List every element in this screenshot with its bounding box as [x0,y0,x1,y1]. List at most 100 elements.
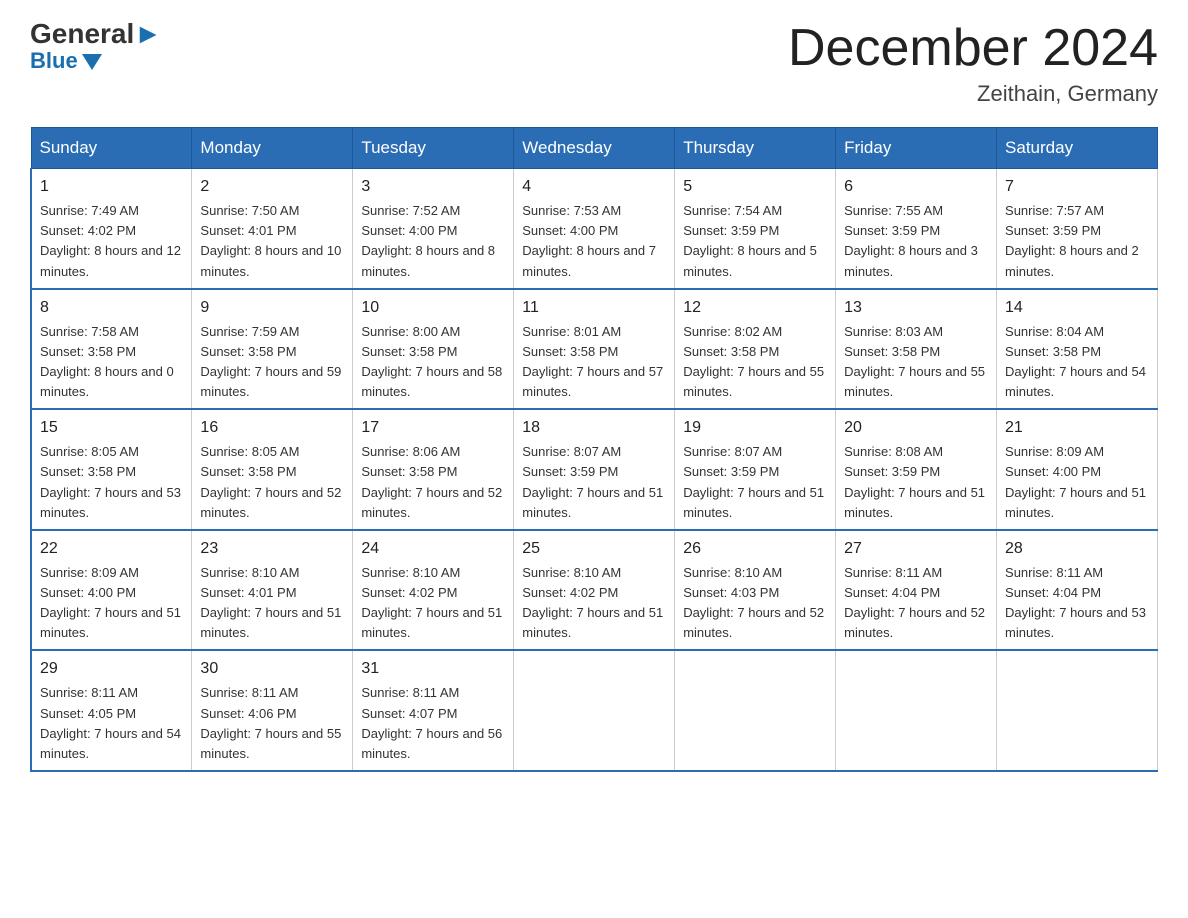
day-info: Sunrise: 8:00 AMSunset: 3:58 PMDaylight:… [361,324,502,399]
calendar-cell: 3 Sunrise: 7:52 AMSunset: 4:00 PMDaylight… [353,169,514,289]
day-number: 3 [361,175,505,199]
calendar-cell: 13 Sunrise: 8:03 AMSunset: 3:58 PMDayligh… [836,289,997,410]
day-number: 25 [522,537,666,561]
day-info: Sunrise: 7:57 AMSunset: 3:59 PMDaylight:… [1005,203,1139,278]
calendar-cell: 1 Sunrise: 7:49 AMSunset: 4:02 PMDaylight… [31,169,192,289]
day-info: Sunrise: 8:11 AMSunset: 4:07 PMDaylight:… [361,685,502,760]
day-info: Sunrise: 8:06 AMSunset: 3:58 PMDaylight:… [361,444,502,519]
day-number: 17 [361,416,505,440]
day-info: Sunrise: 8:11 AMSunset: 4:04 PMDaylight:… [1005,565,1146,640]
calendar-cell: 16Sunrise: 8:05 AMSunset: 3:58 PMDayligh… [192,409,353,530]
day-info: Sunrise: 7:50 AMSunset: 4:01 PMDaylight:… [200,203,341,278]
day-number: 27 [844,537,988,561]
day-number: 6 [844,175,988,199]
logo-general-text: General► [30,20,162,48]
calendar-cell: 18 Sunrise: 8:07 AMSunset: 3:59 PMDayligh… [514,409,675,530]
calendar-cell: 14 Sunrise: 8:04 AMSunset: 3:58 PMDayligh… [997,289,1158,410]
calendar-table: Sunday Monday Tuesday Wednesday Thursday… [30,127,1158,772]
calendar-cell: 4 Sunrise: 7:53 AMSunset: 4:00 PMDaylight… [514,169,675,289]
col-saturday: Saturday [997,128,1158,169]
day-number: 22 [40,537,183,561]
day-number: 15 [40,416,183,440]
logo: General► Blue [30,20,162,74]
day-number: 4 [522,175,666,199]
day-info: Sunrise: 8:09 AMSunset: 4:00 PMDaylight:… [1005,444,1146,519]
day-info: Sunrise: 7:49 AMSunset: 4:02 PMDaylight:… [40,203,181,278]
day-number: 28 [1005,537,1149,561]
calendar-cell [997,650,1158,771]
calendar-week-3: 15 Sunrise: 8:05 AMSunset: 3:58 PMDayligh… [31,409,1158,530]
day-number: 20 [844,416,988,440]
col-friday: Friday [836,128,997,169]
calendar-cell [675,650,836,771]
calendar-cell: 28 Sunrise: 8:11 AMSunset: 4:04 PMDayligh… [997,530,1158,651]
day-info: Sunrise: 8:09 AMSunset: 4:00 PMDaylight:… [40,565,181,640]
calendar-cell: 31Sunrise: 8:11 AMSunset: 4:07 PMDayligh… [353,650,514,771]
day-info: Sunrise: 7:55 AMSunset: 3:59 PMDaylight:… [844,203,978,278]
day-info: Sunrise: 8:11 AMSunset: 4:06 PMDaylight:… [200,685,341,760]
day-number: 12 [683,296,827,320]
col-tuesday: Tuesday [353,128,514,169]
day-number: 1 [40,175,183,199]
col-sunday: Sunday [31,128,192,169]
calendar-cell: 22 Sunrise: 8:09 AMSunset: 4:00 PMDayligh… [31,530,192,651]
month-title: December 2024 [788,20,1158,77]
calendar-week-2: 8 Sunrise: 7:58 AMSunset: 3:58 PMDaylight… [31,289,1158,410]
day-number: 18 [522,416,666,440]
day-number: 29 [40,657,183,681]
calendar-cell: 5Sunrise: 7:54 AMSunset: 3:59 PMDaylight… [675,169,836,289]
calendar-cell: 11Sunrise: 8:01 AMSunset: 3:58 PMDayligh… [514,289,675,410]
day-number: 24 [361,537,505,561]
day-number: 14 [1005,296,1149,320]
day-number: 9 [200,296,344,320]
day-info: Sunrise: 8:11 AMSunset: 4:05 PMDaylight:… [40,685,181,760]
calendar-cell: 27Sunrise: 8:11 AMSunset: 4:04 PMDayligh… [836,530,997,651]
calendar-cell: 30 Sunrise: 8:11 AMSunset: 4:06 PMDayligh… [192,650,353,771]
calendar-cell: 23 Sunrise: 8:10 AMSunset: 4:01 PMDayligh… [192,530,353,651]
day-info: Sunrise: 8:01 AMSunset: 3:58 PMDaylight:… [522,324,663,399]
day-info: Sunrise: 8:10 AMSunset: 4:02 PMDaylight:… [522,565,663,640]
calendar-cell: 26Sunrise: 8:10 AMSunset: 4:03 PMDayligh… [675,530,836,651]
day-info: Sunrise: 8:05 AMSunset: 3:58 PMDaylight:… [200,444,341,519]
day-info: Sunrise: 8:05 AMSunset: 3:58 PMDaylight:… [40,444,181,519]
day-number: 10 [361,296,505,320]
calendar-cell: 12 Sunrise: 8:02 AMSunset: 3:58 PMDayligh… [675,289,836,410]
day-info: Sunrise: 8:07 AMSunset: 3:59 PMDaylight:… [522,444,663,519]
page-header: General► Blue December 2024 Zeithain, Ge… [30,20,1158,107]
calendar-cell: 6 Sunrise: 7:55 AMSunset: 3:59 PMDaylight… [836,169,997,289]
calendar-cell [514,650,675,771]
day-number: 30 [200,657,344,681]
calendar-cell [836,650,997,771]
day-info: Sunrise: 8:03 AMSunset: 3:58 PMDaylight:… [844,324,985,399]
logo-blue-text: Blue [30,48,102,74]
day-info: Sunrise: 8:10 AMSunset: 4:01 PMDaylight:… [200,565,341,640]
col-wednesday: Wednesday [514,128,675,169]
day-info: Sunrise: 7:52 AMSunset: 4:00 PMDaylight:… [361,203,495,278]
calendar-header: Sunday Monday Tuesday Wednesday Thursday… [31,128,1158,169]
day-info: Sunrise: 8:08 AMSunset: 3:59 PMDaylight:… [844,444,985,519]
calendar-cell: 8 Sunrise: 7:58 AMSunset: 3:58 PMDaylight… [31,289,192,410]
day-number: 23 [200,537,344,561]
calendar-cell: 20 Sunrise: 8:08 AMSunset: 3:59 PMDayligh… [836,409,997,530]
calendar-cell: 19Sunrise: 8:07 AMSunset: 3:59 PMDayligh… [675,409,836,530]
day-info: Sunrise: 7:58 AMSunset: 3:58 PMDaylight:… [40,324,174,399]
location-subtitle: Zeithain, Germany [788,81,1158,107]
calendar-cell: 10 Sunrise: 8:00 AMSunset: 3:58 PMDayligh… [353,289,514,410]
calendar-cell: 9 Sunrise: 7:59 AMSunset: 3:58 PMDaylight… [192,289,353,410]
calendar-cell: 17 Sunrise: 8:06 AMSunset: 3:58 PMDayligh… [353,409,514,530]
day-info: Sunrise: 7:53 AMSunset: 4:00 PMDaylight:… [522,203,656,278]
day-info: Sunrise: 7:59 AMSunset: 3:58 PMDaylight:… [200,324,341,399]
day-number: 26 [683,537,827,561]
calendar-cell: 2 Sunrise: 7:50 AMSunset: 4:01 PMDaylight… [192,169,353,289]
day-number: 8 [40,296,183,320]
calendar-cell: 7Sunrise: 7:57 AMSunset: 3:59 PMDaylight… [997,169,1158,289]
day-info: Sunrise: 8:07 AMSunset: 3:59 PMDaylight:… [683,444,824,519]
day-number: 13 [844,296,988,320]
day-info: Sunrise: 8:02 AMSunset: 3:58 PMDaylight:… [683,324,824,399]
day-info: Sunrise: 7:54 AMSunset: 3:59 PMDaylight:… [683,203,817,278]
day-info: Sunrise: 8:04 AMSunset: 3:58 PMDaylight:… [1005,324,1146,399]
calendar-week-1: 1 Sunrise: 7:49 AMSunset: 4:02 PMDaylight… [31,169,1158,289]
day-number: 21 [1005,416,1149,440]
day-number: 2 [200,175,344,199]
header-row: Sunday Monday Tuesday Wednesday Thursday… [31,128,1158,169]
